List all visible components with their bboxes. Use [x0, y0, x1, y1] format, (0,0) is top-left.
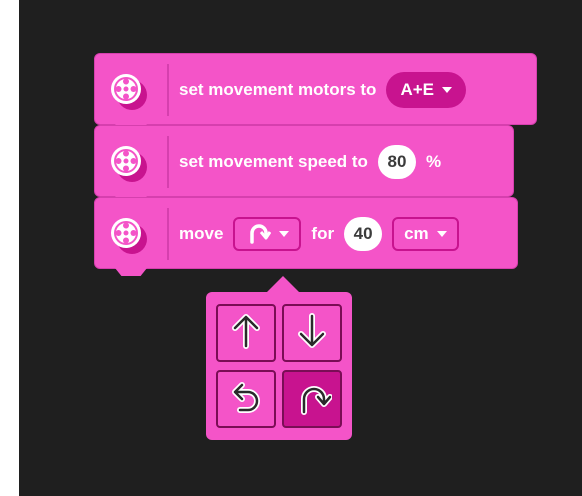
direction-menu	[206, 276, 352, 440]
unit-dropdown[interactable]: cm	[392, 217, 459, 251]
direction-option-turn-left[interactable]	[216, 370, 276, 428]
direction-dropdown[interactable]	[233, 217, 302, 251]
popup-pointer	[267, 276, 299, 292]
arrow-down-icon	[295, 312, 329, 355]
caret-down-icon	[436, 231, 447, 237]
set-speed-block[interactable]: set movement speed to 80 %	[94, 125, 514, 204]
motor-icon	[105, 212, 153, 256]
direction-option-forward[interactable]	[216, 304, 276, 362]
caret-down-icon	[441, 87, 452, 93]
block-label: set movement speed to	[179, 152, 368, 171]
caret-down-icon	[279, 231, 290, 237]
for-label: for	[311, 224, 335, 243]
speed-value: 80	[387, 152, 407, 171]
motor-port-dropdown[interactable]: A+E	[386, 72, 466, 108]
distance-value: 40	[353, 224, 373, 243]
block-divider	[167, 136, 169, 188]
turn-left-icon	[226, 377, 266, 422]
block-divider	[167, 64, 169, 116]
distance-input[interactable]: 40	[344, 217, 383, 251]
motor-port-value: A+E	[400, 80, 434, 99]
turn-right-icon	[245, 220, 272, 249]
move-block[interactable]: move for 40 cm	[94, 197, 518, 276]
set-motors-block[interactable]: set movement motors to A+E	[94, 53, 537, 132]
turn-right-icon	[292, 377, 333, 422]
speed-input[interactable]: 80	[377, 145, 416, 179]
block-label: move	[179, 224, 224, 243]
direction-option-backward[interactable]	[282, 304, 342, 362]
speed-unit: %	[425, 152, 442, 171]
direction-option-turn-right[interactable]	[282, 370, 342, 428]
unit-value: cm	[404, 224, 429, 243]
block-label: set movement motors to	[179, 80, 377, 99]
motor-icon	[105, 68, 153, 112]
block-divider	[167, 208, 169, 260]
motor-icon	[105, 140, 153, 184]
arrow-up-icon	[229, 312, 263, 355]
